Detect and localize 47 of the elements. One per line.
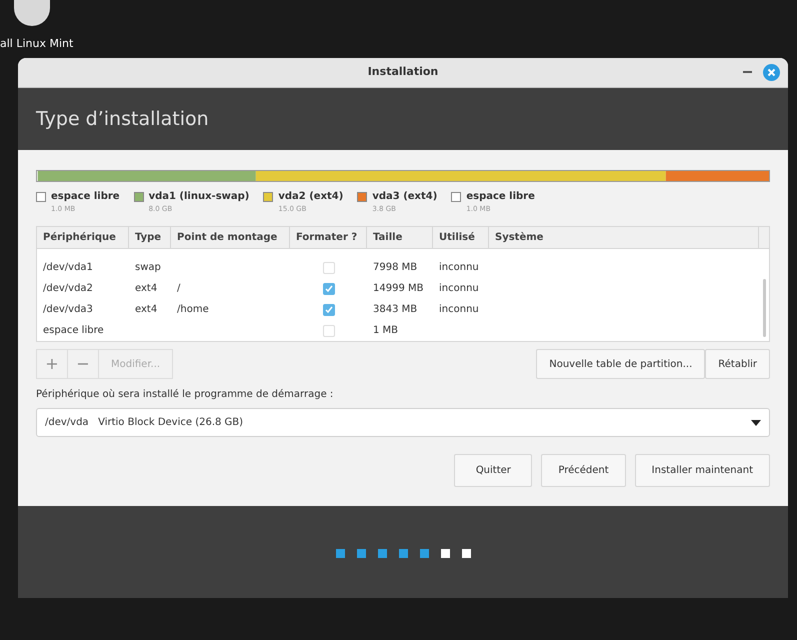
table-button[interactable]: Nouvelle table de partition...	[536, 349, 706, 379]
table-cell-text: /dev/vda1	[43, 261, 93, 275]
table-button[interactable]: Rétablir	[705, 349, 770, 379]
table-cell-text: /	[177, 282, 180, 296]
format-checkbox[interactable]	[322, 282, 334, 294]
caret-icon	[751, 420, 761, 426]
bootloader-label: Périphérique où sera installé le programme de démarrage :	[36, 388, 334, 402]
nav-button[interactable]: Quitter	[454, 454, 532, 487]
column-header[interactable]: Type	[129, 227, 171, 248]
minimize-icon[interactable]	[743, 71, 752, 74]
column-header[interactable]: Formater ?	[290, 227, 367, 248]
legend-label: vda2 (ext4)	[278, 190, 344, 204]
format-checkbox[interactable]	[322, 304, 334, 316]
table-cell-text: ext4	[135, 282, 158, 296]
legend-label: vda1 (linux-swap)	[148, 190, 250, 204]
table-cell-text: 14999 MB	[373, 282, 424, 296]
legend-label: espace libre	[51, 190, 120, 204]
nav-button[interactable]: Précédent	[541, 454, 626, 487]
table-cell-text: 3843 MB	[373, 303, 418, 317]
table-cell-text: espace libre	[43, 324, 104, 338]
scrollbar[interactable]	[763, 279, 766, 337]
dropdown-value: /dev/vda Virtio Block Device (26.8 GB)	[45, 416, 244, 430]
table-cell-text: /home	[177, 303, 209, 317]
nav-button[interactable]: Installer maintenant	[634, 454, 770, 487]
table-cell-text: ext4	[135, 303, 158, 317]
table-cell-text: /dev/vda3	[43, 303, 93, 317]
table-cell-text: inconnu	[439, 261, 479, 275]
column-header[interactable]: Système	[489, 227, 759, 248]
column-header[interactable]: Taille	[367, 227, 433, 248]
bootloader-dropdown[interactable]: /dev/vda Virtio Block Device (26.8 GB)	[36, 408, 770, 437]
window-title: Installation	[368, 64, 438, 80]
legend-label: vda3 (ext4)	[372, 190, 438, 204]
page-title: Type d’installation	[36, 106, 209, 132]
column-header[interactable]: Utilisé	[433, 227, 489, 248]
close-icon[interactable]	[763, 64, 780, 81]
table-cell-text: /dev/vda2	[43, 282, 93, 296]
table-cell-text: inconnu	[439, 282, 479, 296]
desktop-icon-label[interactable]: all Linux Mint	[0, 36, 74, 52]
format-checkbox[interactable]	[322, 262, 334, 274]
column-header[interactable]: Périphérique	[37, 227, 129, 248]
table-cell-text: inconnu	[439, 303, 479, 317]
column-header[interactable]: Point de montage	[171, 227, 290, 248]
format-checkbox[interactable]	[322, 324, 334, 336]
legend-label: espace libre	[466, 190, 535, 204]
table-cell-text: 7998 MB	[373, 261, 418, 275]
table-cell-text: swap	[135, 261, 161, 275]
table-cell-text: 1 MB	[373, 324, 398, 338]
